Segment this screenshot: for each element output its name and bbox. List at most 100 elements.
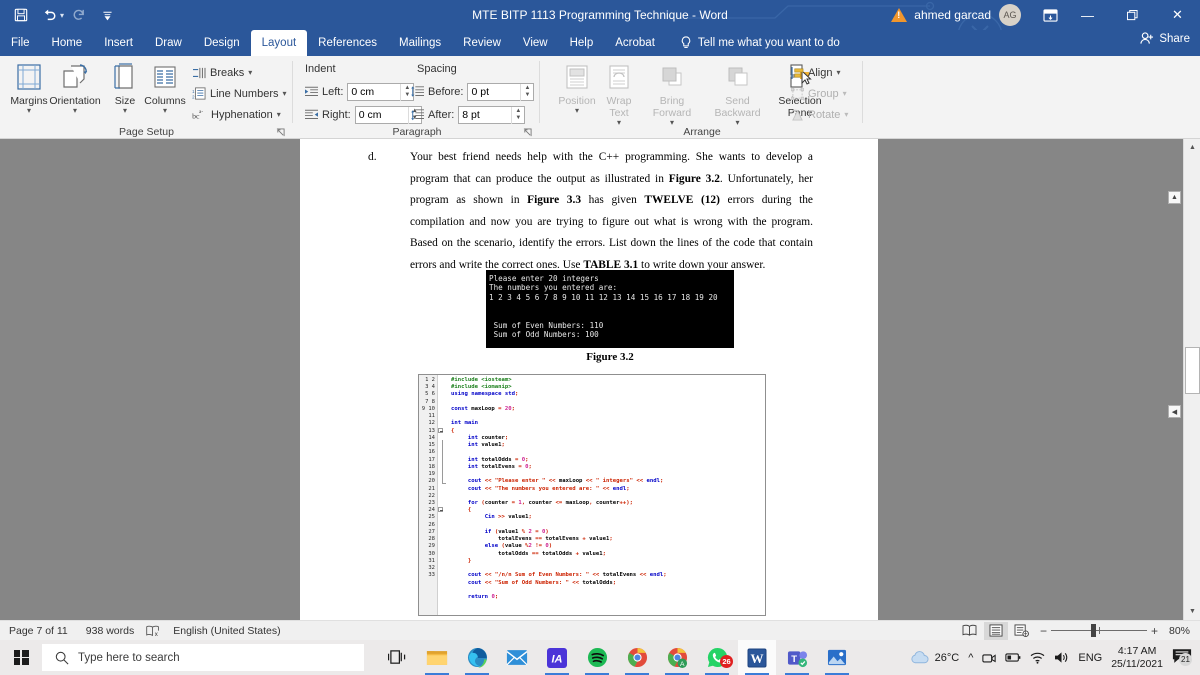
columns-button[interactable]: Columns ▾ xyxy=(139,59,191,115)
tab-layout[interactable]: Layout xyxy=(250,30,308,56)
word-count[interactable]: 938 words xyxy=(77,625,143,637)
page-indicator[interactable]: Page 7 of 11 xyxy=(0,625,77,637)
chevron-down-icon[interactable]: ▾ xyxy=(3,106,55,115)
view-print-layout[interactable] xyxy=(983,621,1008,640)
scroll-down-arrow-icon[interactable]: ▼ xyxy=(1184,603,1200,620)
chevron-down-icon[interactable]: ▾ xyxy=(248,68,252,77)
share-button[interactable]: Share xyxy=(1140,32,1190,45)
tab-home[interactable]: Home xyxy=(41,30,94,56)
redo-icon[interactable] xyxy=(66,3,92,27)
wifi-icon[interactable] xyxy=(1030,651,1045,664)
taskbar-chrome-profile-1[interactable] xyxy=(618,640,656,675)
document-canvas[interactable]: d. Your best friend needs help with the … xyxy=(0,139,1200,620)
weather-widget[interactable]: 26°C xyxy=(910,650,959,665)
account-name[interactable]: ahmed garcad xyxy=(914,8,991,22)
chevron-down-icon[interactable]: ▾ xyxy=(277,110,281,119)
page-side-button-bottom[interactable]: ◀ xyxy=(1168,405,1181,418)
ribbon-display-options-icon[interactable] xyxy=(1035,0,1065,30)
orientation-button[interactable]: Orientation ▾ xyxy=(49,59,101,115)
language-indicator[interactable]: ENG xyxy=(1078,652,1102,664)
save-icon[interactable] xyxy=(8,3,34,27)
clock[interactable]: 4:17 AM 25/11/2021 xyxy=(1111,645,1163,671)
spacing-after-spinner[interactable]: ▲ ▼ xyxy=(511,106,524,124)
document-page[interactable]: d. Your best friend needs help with the … xyxy=(300,139,878,620)
customize-quick-access-toolbar-icon[interactable] xyxy=(94,3,120,27)
zoom-out-button[interactable]: − xyxy=(1040,624,1047,638)
page-side-button-top[interactable]: ▲ xyxy=(1168,191,1181,204)
indent-left-input[interactable] xyxy=(348,84,401,100)
paragraph-dialog-launcher[interactable] xyxy=(523,128,532,137)
view-web-layout[interactable] xyxy=(1010,622,1034,640)
spacing-before-input[interactable] xyxy=(468,84,521,100)
fold-box-line-8[interactable] xyxy=(438,427,443,433)
chevron-down-icon[interactable]: ▾ xyxy=(282,89,286,98)
volume-icon[interactable] xyxy=(1054,651,1069,664)
rotate-button[interactable]: Rotate ▾ xyxy=(791,105,848,124)
tab-acrobat[interactable]: Acrobat xyxy=(604,30,666,56)
taskbar-mail[interactable] xyxy=(498,640,536,675)
send-backward-button[interactable]: Send Backward ▾ xyxy=(704,59,771,127)
minimize-button[interactable]: — xyxy=(1065,0,1110,30)
show-hidden-icons[interactable]: ^ xyxy=(968,652,973,664)
chevron-down-icon[interactable]: ▾ xyxy=(139,106,191,115)
tab-draw[interactable]: Draw xyxy=(144,30,193,56)
vertical-scrollbar[interactable]: ▲ ▼ xyxy=(1183,139,1200,620)
tell-me-search[interactable]: Tell me what you want to do xyxy=(666,30,840,56)
taskbar-chrome-profile-2[interactable]: A xyxy=(658,640,696,675)
chevron-down-icon[interactable]: ▾ xyxy=(49,106,101,115)
bring-forward-button[interactable]: Bring Forward ▾ xyxy=(641,59,703,127)
tab-insert[interactable]: Insert xyxy=(93,30,144,56)
indent-left-field[interactable]: ▲▼ xyxy=(347,83,415,101)
zoom-level[interactable]: 80% xyxy=(1164,625,1194,637)
group-button[interactable]: Group ▾ xyxy=(791,84,847,103)
spacing-after-input[interactable] xyxy=(459,107,512,123)
tab-references[interactable]: References xyxy=(307,30,388,56)
tab-file[interactable]: File xyxy=(0,30,41,56)
chevron-down-icon[interactable]: ▾ xyxy=(836,68,840,77)
align-button[interactable]: Align ▾ xyxy=(791,63,840,82)
taskbar-app-violet[interactable]: IA xyxy=(538,640,576,675)
indent-right-input[interactable] xyxy=(355,107,408,123)
camera-icon[interactable] xyxy=(982,651,997,665)
spacing-before-field[interactable]: ▲▼ xyxy=(467,83,535,101)
hyphenation-button[interactable]: bc a- Hyphenation ▾ xyxy=(192,105,281,124)
fold-box-line-19[interactable] xyxy=(438,507,443,513)
taskbar-task-view[interactable] xyxy=(378,640,416,675)
margins-button[interactable]: Margins ▾ xyxy=(3,59,55,115)
chevron-down-icon[interactable]: ▾ xyxy=(844,110,848,119)
restore-button[interactable] xyxy=(1110,0,1155,30)
taskbar-file-explorer[interactable] xyxy=(418,640,456,675)
taskbar-microsoft-teams[interactable]: T xyxy=(778,640,816,675)
undo-dropdown-caret[interactable]: ▾ xyxy=(60,11,64,20)
tab-mailings[interactable]: Mailings xyxy=(388,30,452,56)
zoom-thumb[interactable] xyxy=(1090,624,1096,637)
zoom-in-button[interactable]: + xyxy=(1151,624,1158,638)
undo-icon[interactable] xyxy=(36,3,62,27)
line-numbers-button[interactable]: 12 Line Numbers ▾ xyxy=(192,84,287,103)
start-button[interactable] xyxy=(0,640,42,675)
spacing-before-spinner[interactable]: ▲ ▼ xyxy=(520,83,533,101)
tab-review[interactable]: Review xyxy=(452,30,512,56)
taskbar-search[interactable]: Type here to search xyxy=(42,644,364,671)
scroll-up-arrow-icon[interactable]: ▲ xyxy=(1184,139,1200,156)
close-button[interactable]: ✕ xyxy=(1155,0,1200,30)
proofing-errors-icon[interactable]: x xyxy=(143,625,164,637)
tab-design[interactable]: Design xyxy=(193,30,251,56)
language-indicator[interactable]: English (United States) xyxy=(164,625,289,637)
chevron-down-icon[interactable]: ▾ xyxy=(843,89,847,98)
zoom-track[interactable] xyxy=(1050,624,1147,637)
avatar[interactable]: AG xyxy=(999,4,1021,26)
tab-help[interactable]: Help xyxy=(559,30,605,56)
quick-access-toolbar[interactable]: ▾ xyxy=(0,3,120,27)
battery-icon[interactable] xyxy=(1005,651,1021,664)
wrap-text-button[interactable]: Wrap Text ▾ xyxy=(593,59,645,127)
taskbar-whatsapp[interactable]: 26 xyxy=(698,640,736,675)
taskbar-spotify[interactable] xyxy=(578,640,616,675)
tab-view[interactable]: View xyxy=(512,30,559,56)
page-setup-dialog-launcher[interactable] xyxy=(276,128,285,137)
view-read-mode[interactable] xyxy=(958,622,982,640)
spacing-after-field[interactable]: ▲▼ xyxy=(458,106,526,124)
taskbar-photos[interactable] xyxy=(818,640,856,675)
taskbar-microsoft-word[interactable]: W xyxy=(738,640,776,675)
notification-center[interactable]: 21 xyxy=(1172,648,1194,668)
